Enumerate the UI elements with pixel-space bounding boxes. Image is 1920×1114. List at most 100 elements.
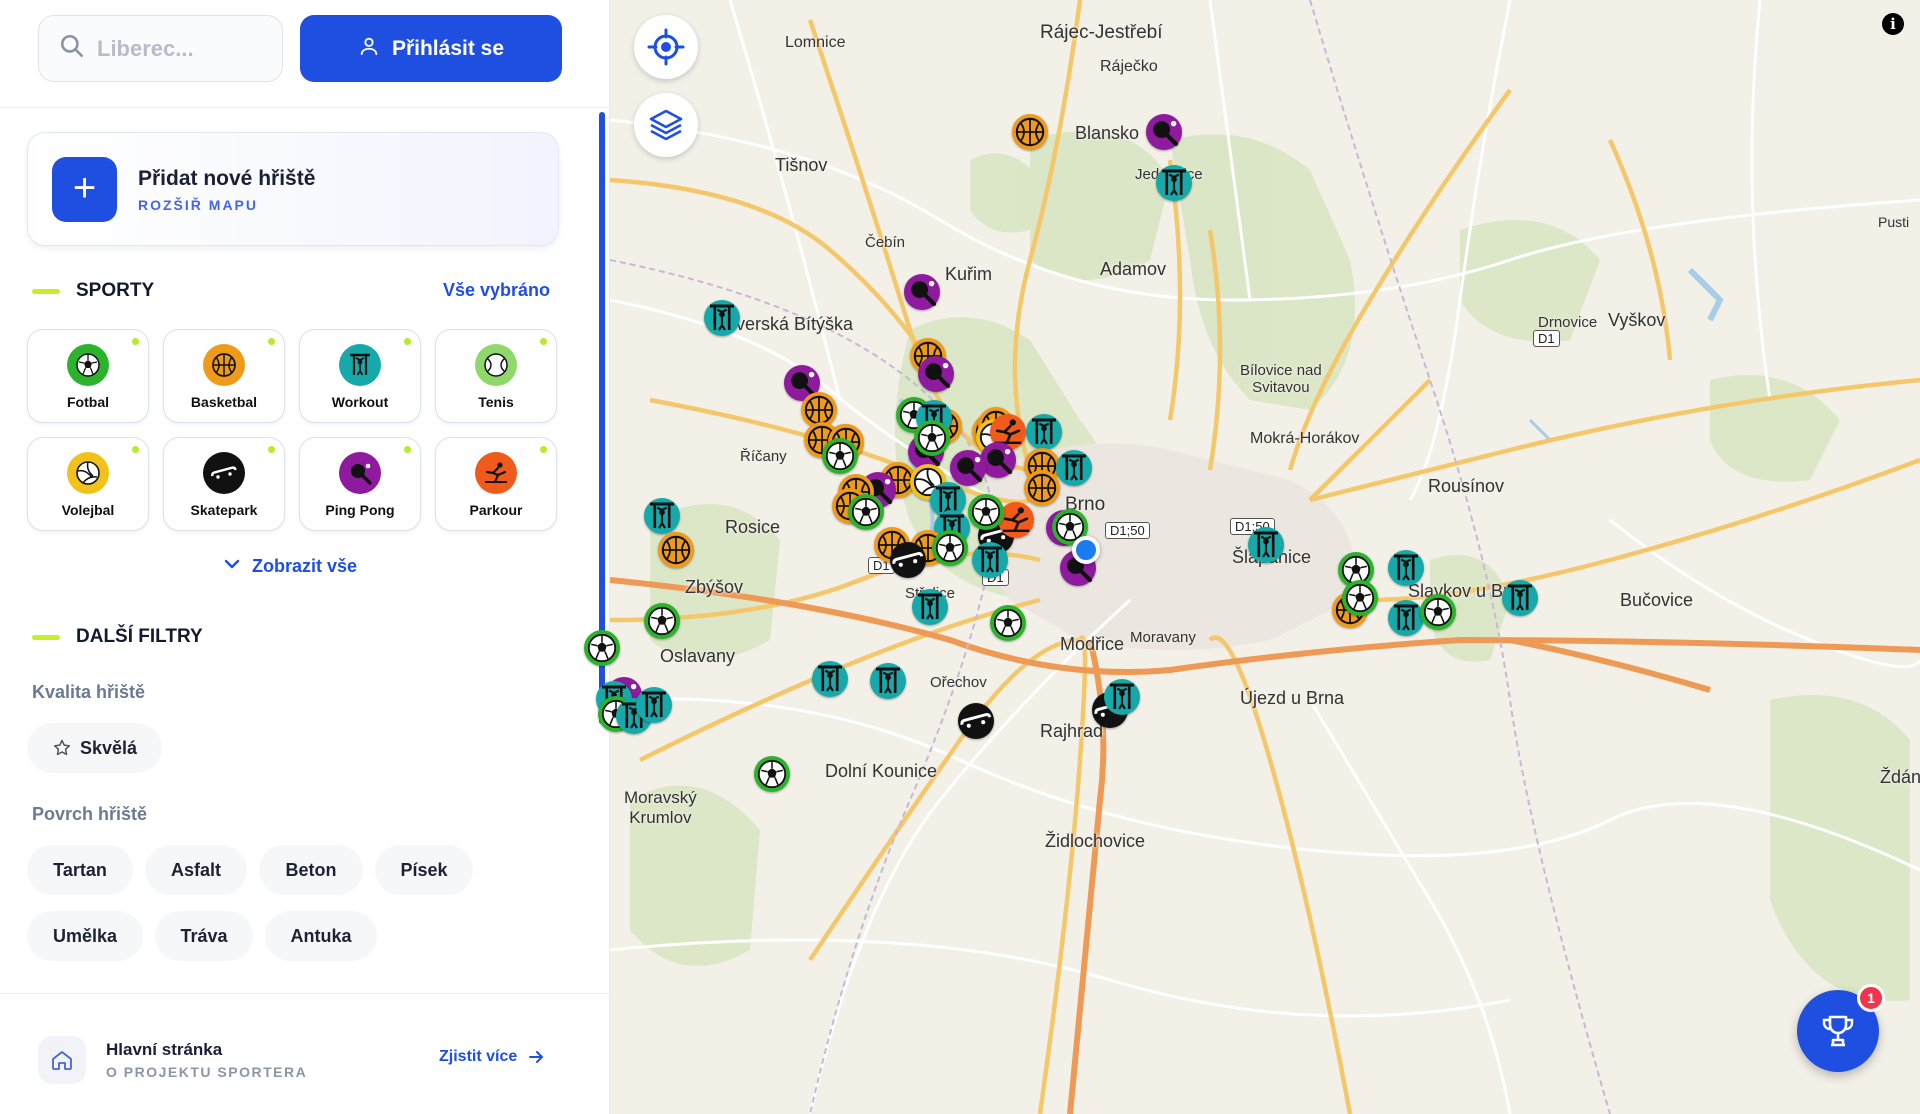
map-marker-pingpong[interactable] (918, 356, 954, 392)
soccer-ball-icon (757, 759, 787, 789)
map-marker-workout[interactable] (1026, 414, 1062, 450)
selected-indicator (268, 338, 275, 345)
sidebar: Přihlásit se + Přidat nové hřiště ROZŠIŘ… (0, 0, 610, 1114)
heading-accent-bar (32, 634, 60, 640)
notification-badge: 1 (1857, 984, 1885, 1012)
show-all-button[interactable]: Zobrazit vše (224, 556, 357, 577)
sport-filter-fotbal[interactable]: Fotbal (27, 329, 149, 423)
workout-icon (1110, 683, 1134, 710)
sport-filter-label: Skatepark (190, 502, 258, 518)
workout-icon (339, 344, 381, 386)
quality-option-label: Skvělá (79, 737, 138, 758)
map-marker-fotbal[interactable] (932, 530, 968, 566)
map-marker-fotbal[interactable] (914, 420, 950, 456)
surface-option-asfalt[interactable]: Asfalt (145, 845, 247, 895)
soccer-ball-icon (935, 533, 965, 563)
sport-filter-workout[interactable]: Workout (299, 329, 421, 423)
skateboard-icon (892, 552, 924, 567)
sport-grid: Fotbal Basketbal Workout Tenis Volejbal Skate… (27, 329, 563, 531)
surface-label: Povrch hřiště (32, 804, 148, 824)
login-button[interactable]: Přihlásit se (300, 15, 562, 82)
surface-option-pisek[interactable]: Písek (375, 845, 473, 895)
map-marker-fotbal[interactable] (848, 494, 884, 530)
workout-icon (650, 502, 674, 529)
ping-pong-icon (911, 280, 937, 307)
surface-option-antuka[interactable]: Antuka (265, 911, 377, 961)
map-marker-workout[interactable] (636, 687, 672, 723)
layers-button[interactable] (634, 93, 698, 157)
map-marker-skatepark[interactable] (958, 703, 994, 739)
user-icon (358, 35, 392, 63)
workout-icon (1508, 584, 1532, 611)
select-all-link[interactable]: Vše vybráno (443, 280, 550, 301)
workout-icon (1062, 454, 1086, 481)
sport-filter-basketbal[interactable]: Basketbal (163, 329, 285, 423)
surface-option-beton[interactable]: Beton (259, 845, 363, 895)
volleyball-icon (67, 452, 109, 494)
chevron-down-icon (224, 556, 252, 577)
map-marker-workout[interactable] (972, 542, 1008, 578)
soccer-ball-icon (587, 633, 617, 663)
map-marker-workout[interactable] (704, 300, 740, 336)
basketball-icon (1027, 473, 1057, 503)
map-marker-fotbal[interactable] (1420, 594, 1456, 630)
learn-more-link[interactable]: Zjistit více (439, 1048, 545, 1066)
add-playground-card[interactable]: + Přidat nové hřiště ROZŠIŘ MAPU (27, 132, 559, 246)
map-marker-workout[interactable] (1388, 550, 1424, 586)
map-marker-pingpong[interactable] (950, 450, 986, 486)
current-location-dot (1072, 536, 1100, 564)
map-marker-basketbal[interactable] (658, 532, 694, 568)
sport-filter-label: Tenis (478, 394, 514, 410)
map-marker-fotbal[interactable] (990, 605, 1026, 641)
map-marker-workout[interactable] (1104, 679, 1140, 715)
sport-filter-volejbal[interactable]: Volejbal (27, 437, 149, 531)
map-marker-workout[interactable] (912, 589, 948, 625)
map-marker-workout[interactable] (1248, 527, 1284, 563)
map-marker-fotbal[interactable] (968, 494, 1004, 530)
crosshair-icon (647, 28, 685, 66)
surface-option-trava[interactable]: Tráva (155, 911, 253, 961)
map-marker-workout[interactable] (1388, 600, 1424, 636)
search-box[interactable] (38, 15, 283, 82)
map-marker-pingpong[interactable] (904, 274, 940, 310)
surface-option-umelka[interactable]: Umělka (27, 911, 143, 961)
map-marker-workout[interactable] (870, 663, 906, 699)
map-marker-basketbal[interactable] (1012, 114, 1048, 150)
quality-option-great[interactable]: Skvělá (27, 723, 162, 773)
add-playground-subtitle: ROZŠIŘ MAPU (138, 197, 258, 213)
sport-filter-tenis[interactable]: Tenis (435, 329, 557, 423)
map-marker-basketbal[interactable] (1024, 470, 1060, 506)
sport-filter-parkour[interactable]: Parkour (435, 437, 557, 531)
selected-indicator (404, 446, 411, 453)
map-marker-fotbal[interactable] (1342, 580, 1378, 616)
map-marker-skatepark[interactable] (890, 542, 926, 578)
learn-more-label: Zjistit více (439, 1048, 518, 1065)
locate-me-button[interactable] (634, 15, 698, 79)
map-marker-workout[interactable] (1502, 580, 1538, 616)
soccer-ball-icon (67, 344, 109, 386)
skateboard-icon (203, 452, 245, 494)
info-icon[interactable]: i (1882, 13, 1904, 35)
add-playground-title: Přidat nové hřiště (138, 167, 316, 190)
map-marker-fotbal[interactable] (754, 756, 790, 792)
road-shield: D1;50 (1105, 522, 1150, 539)
map-marker-workout[interactable] (644, 498, 680, 534)
home-icon (38, 1036, 86, 1084)
map-marker-workout[interactable] (812, 661, 848, 697)
map-marker-workout[interactable] (1156, 165, 1192, 201)
map-marker-fotbal[interactable] (644, 603, 680, 639)
surface-option-tartan[interactable]: Tartan (27, 845, 133, 895)
map-marker-pingpong[interactable] (1146, 114, 1182, 150)
selected-indicator (540, 338, 547, 345)
sport-filter-pingpong[interactable]: Ping Pong (299, 437, 421, 531)
filters-heading: DALŠÍ FILTRY (32, 626, 203, 648)
home-title: Hlavní stránka (106, 1040, 223, 1059)
map-marker-workout[interactable] (1056, 450, 1092, 486)
selected-indicator (540, 446, 547, 453)
map-marker-fotbal[interactable] (584, 630, 620, 666)
basketball-icon (203, 344, 245, 386)
search-input[interactable] (97, 35, 267, 62)
map-marker-fotbal[interactable] (822, 438, 858, 474)
map-view[interactable]: LomniceRájec-JestřebíRáječkoBlanskoJedov… (584, 0, 1920, 1114)
sport-filter-skatepark[interactable]: Skatepark (163, 437, 285, 531)
